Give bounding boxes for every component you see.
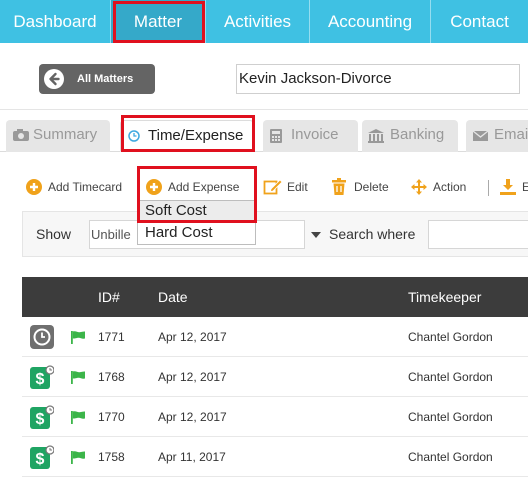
plus-circle-icon <box>146 179 162 195</box>
edit-icon <box>263 179 283 195</box>
tab-summary-label: Summary <box>33 126 98 143</box>
flag-icon[interactable] <box>71 451 85 464</box>
tab-time-expense[interactable]: Time/Expense <box>120 120 254 152</box>
trash-icon <box>332 178 346 195</box>
table-row[interactable]: $ 1770 Apr 12, 2017 Chantel Gordon <box>22 397 528 437</box>
add-expense-menu: Soft Cost Hard Cost <box>137 200 256 245</box>
add-expense-label: Add Expense <box>168 180 240 194</box>
tab-email-label: Emai <box>494 126 528 143</box>
add-timecard-button[interactable]: Add Timecard <box>25 175 130 199</box>
table-header: ID# Date Timekeeper <box>22 277 528 317</box>
row-timekeeper: Chantel Gordon <box>408 410 493 424</box>
tab-invoice-label: Invoice <box>291 126 339 143</box>
export-label: E <box>522 180 528 194</box>
tab-summary[interactable]: Summary <box>6 120 110 152</box>
delete-button[interactable]: Delete <box>331 175 391 199</box>
show-label: Show <box>36 226 72 242</box>
toolbar-divider <box>488 180 489 196</box>
expense-dollar-icon: $ <box>30 405 54 429</box>
tab-time-expense-label: Time/Expense <box>148 127 244 144</box>
nav-contact[interactable]: Contact <box>431 0 528 43</box>
edit-button[interactable]: Edit <box>263 175 313 199</box>
filter-bar: Show Unbille Search where <box>22 211 528 257</box>
row-timekeeper: Chantel Gordon <box>408 450 493 464</box>
row-id: 1770 <box>98 410 125 424</box>
row-date: Apr 12, 2017 <box>158 410 227 424</box>
add-timecard-label: Add Timecard <box>48 180 123 194</box>
flag-icon[interactable] <box>71 411 85 424</box>
action-button[interactable]: Action <box>410 175 472 199</box>
top-navigation: Dashboard Matter Activities Accounting C… <box>0 0 528 43</box>
row-timekeeper: Chantel Gordon <box>408 330 493 344</box>
matter-bar: All Matters Kevin Jackson-Divorce <box>0 43 528 110</box>
camera-icon <box>13 129 29 141</box>
row-date: Apr 12, 2017 <box>158 370 227 384</box>
row-id: 1771 <box>98 330 125 344</box>
download-icon <box>500 179 516 195</box>
flag-icon[interactable] <box>71 371 85 384</box>
svg-text:$: $ <box>36 411 45 428</box>
nav-accounting[interactable]: Accounting <box>310 0 430 43</box>
table-row[interactable]: $ 1768 Apr 12, 2017 Chantel Gordon <box>22 357 528 397</box>
flag-icon[interactable] <box>71 331 85 344</box>
tab-banking[interactable]: Banking <box>362 120 458 152</box>
row-id: 1768 <box>98 370 125 384</box>
bank-icon <box>368 129 384 143</box>
expense-dollar-icon: $ <box>30 445 54 469</box>
table-row[interactable]: 1771 Apr 12, 2017 Chantel Gordon <box>22 317 528 357</box>
search-where-label: Search where <box>329 226 416 242</box>
svg-text:$: $ <box>36 371 45 388</box>
row-date: Apr 11, 2017 <box>158 450 226 464</box>
move-arrows-icon <box>411 179 427 195</box>
calculator-icon <box>270 129 282 143</box>
back-arrow-icon <box>44 69 64 89</box>
plus-circle-icon <box>26 179 42 195</box>
clock-icon <box>128 130 140 142</box>
nav-activities[interactable]: Activities <box>206 0 309 43</box>
toolbar: Add Timecard Add Expense Edit Delete Act… <box>0 165 528 209</box>
menu-item-hard-cost[interactable]: Hard Cost <box>138 223 255 243</box>
svg-text:$: $ <box>36 451 45 468</box>
row-id: 1758 <box>98 450 125 464</box>
add-expense-button[interactable]: Add Expense <box>145 175 245 199</box>
tab-invoice[interactable]: Invoice <box>263 120 358 152</box>
column-header-id[interactable]: ID# <box>98 277 120 317</box>
action-label: Action <box>433 180 467 194</box>
export-button[interactable]: E <box>499 175 528 199</box>
row-timekeeper: Chantel Gordon <box>408 370 493 384</box>
search-where-input[interactable] <box>428 220 528 249</box>
chevron-down-icon[interactable] <box>311 232 321 238</box>
menu-item-soft-cost[interactable]: Soft Cost <box>138 201 255 221</box>
table-row[interactable]: $ 1758 Apr 11, 2017 Chantel Gordon <box>22 437 528 477</box>
matter-tabs: Summary Time/Expense Invoice Banking Ema… <box>0 110 528 152</box>
row-date: Apr 12, 2017 <box>158 330 227 344</box>
nav-matter[interactable]: Matter <box>111 0 205 43</box>
timecard-clock-icon <box>30 325 54 349</box>
expense-dollar-icon: $ <box>30 365 54 389</box>
matter-name-field[interactable]: Kevin Jackson-Divorce <box>236 64 520 94</box>
tab-banking-label: Banking <box>390 126 445 143</box>
all-matters-label: All Matters <box>77 73 134 85</box>
column-header-date[interactable]: Date <box>158 277 188 317</box>
tab-email[interactable]: Emai <box>466 120 528 152</box>
delete-label: Delete <box>354 180 389 194</box>
column-header-timekeeper[interactable]: Timekeeper <box>408 277 481 317</box>
edit-label: Edit <box>287 180 308 194</box>
envelope-icon <box>472 130 489 141</box>
all-matters-button[interactable]: All Matters <box>39 64 155 94</box>
nav-dashboard[interactable]: Dashboard <box>0 0 110 43</box>
